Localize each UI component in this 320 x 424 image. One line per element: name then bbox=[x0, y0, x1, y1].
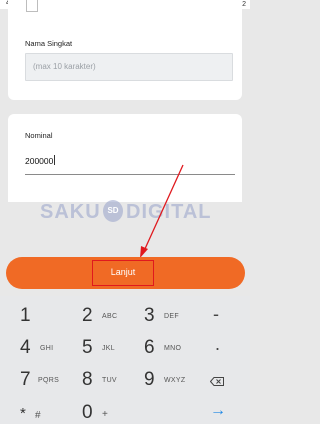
key-go[interactable]: → bbox=[196, 402, 258, 424]
key-7[interactable]: 7 PQRS bbox=[10, 369, 72, 397]
key-6[interactable]: 6 MNO bbox=[134, 337, 196, 365]
watermark-left-text: SAKU bbox=[40, 201, 101, 223]
watermark: SAKU SD DIGITAL bbox=[40, 200, 220, 231]
nama-singkat-input[interactable]: (max 10 karakter) bbox=[25, 53, 233, 81]
key-1[interactable]: 1 bbox=[10, 305, 72, 333]
watermark-badge: SD bbox=[103, 200, 123, 222]
nama-singkat-card: Nama Singkat (max 10 karakter) bbox=[8, 0, 242, 100]
checkbox-fragment[interactable] bbox=[26, 0, 38, 12]
numeric-keypad: 1 2 ABC 3 DEF - 4 GHI 5 JKL 6 MNO . 7 PQ… bbox=[0, 296, 250, 424]
nominal-value: 200000 bbox=[25, 156, 54, 166]
nominal-card: Nominal 200000 bbox=[8, 114, 242, 202]
nama-singkat-label: Nama Singkat bbox=[25, 39, 73, 48]
key-period[interactable]: . bbox=[196, 334, 258, 365]
key-minus[interactable]: - bbox=[196, 304, 258, 333]
watermark-right-text: DIGITAL bbox=[126, 201, 212, 223]
key-blank[interactable] bbox=[134, 402, 196, 424]
text-cursor bbox=[54, 155, 56, 165]
key-8[interactable]: 8 TUV bbox=[72, 369, 134, 397]
key-5[interactable]: 5 JKL bbox=[72, 337, 134, 365]
key-0[interactable]: 0 + bbox=[72, 402, 134, 424]
nominal-underline bbox=[25, 174, 235, 175]
key-star-hash[interactable]: * # bbox=[10, 402, 72, 424]
key-9[interactable]: 9 WXYZ bbox=[134, 369, 196, 397]
nominal-input[interactable]: 200000 bbox=[25, 155, 56, 166]
key-4[interactable]: 4 GHI bbox=[10, 337, 72, 365]
key-backspace[interactable] bbox=[196, 369, 258, 397]
backspace-icon bbox=[210, 377, 224, 386]
key-3[interactable]: 3 DEF bbox=[134, 305, 196, 333]
go-arrow-icon: → bbox=[210, 402, 226, 419]
nominal-label: Nominal bbox=[25, 131, 53, 140]
key-2[interactable]: 2 ABC bbox=[72, 305, 134, 333]
status-right-text: 2 bbox=[242, 1, 246, 8]
lanjut-button[interactable]: Lanjut bbox=[92, 260, 154, 286]
